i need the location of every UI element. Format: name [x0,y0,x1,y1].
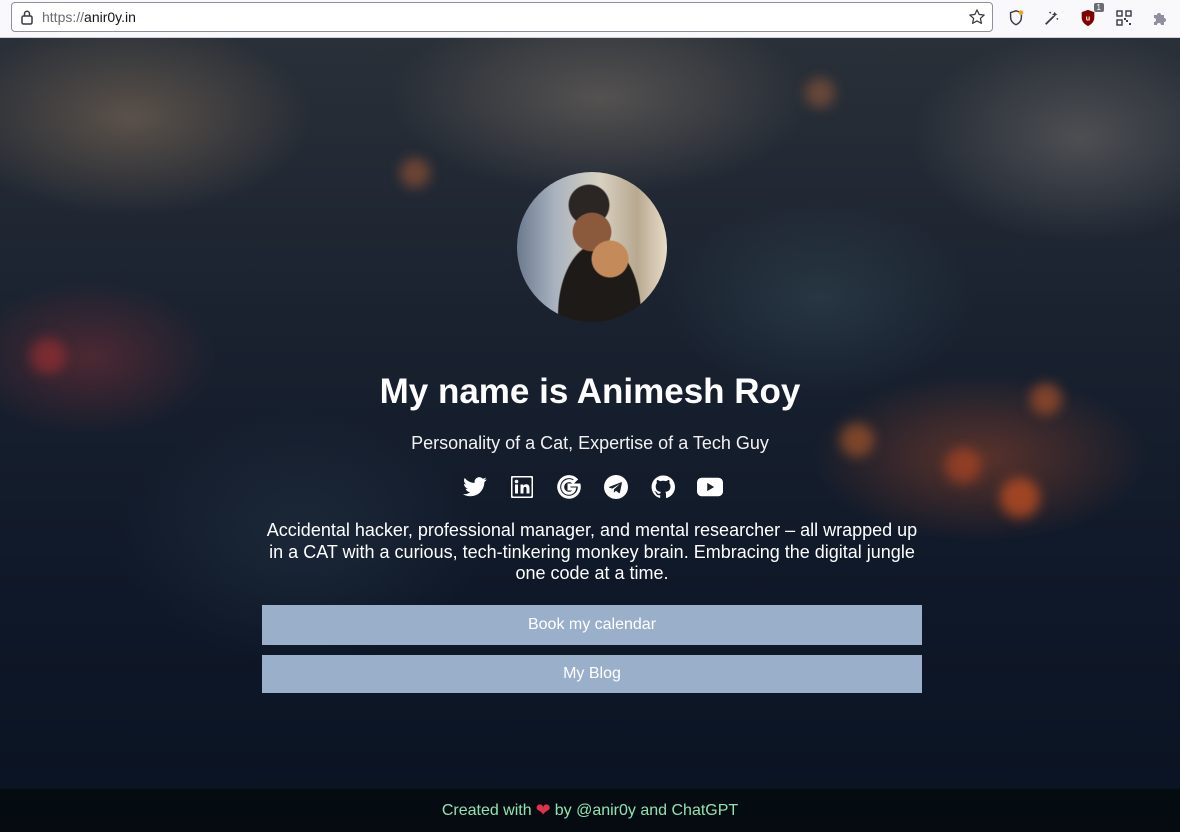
wand-icon[interactable] [1042,8,1062,28]
bokeh-light [30,338,66,374]
browser-toolbar: https://anir0y.in u 1 [0,0,1180,38]
footer-credit: by @anir0y and ChatGPT [554,801,739,819]
svg-text:u: u [1086,14,1090,23]
ublock-icon[interactable]: u 1 [1078,3,1104,28]
bokeh-light [805,78,835,108]
puzzle-icon[interactable] [1150,8,1170,28]
heart-icon: ❤ [535,800,551,820]
twitter-icon[interactable] [462,474,488,500]
github-icon[interactable] [650,474,676,500]
extension-badge: 1 [1093,3,1104,12]
bokeh-light [400,158,430,188]
tagline: Personality of a Cat, Expertise of a Tec… [411,433,769,453]
qr-code-icon[interactable] [1114,8,1134,28]
address-bar[interactable]: https://anir0y.in [11,2,993,32]
youtube-icon[interactable] [696,474,723,500]
blog-button[interactable]: My Blog [262,655,922,693]
bio-text: Accidental hacker, professional manager,… [266,520,918,583]
footer: Created with ❤ by @anir0y and ChatGPT [0,789,1180,832]
google-icon[interactable] [556,474,582,500]
bookmark-star-icon[interactable] [968,8,986,31]
page-title: My name is Animesh Roy [379,372,801,411]
shield-icon[interactable] [1006,8,1026,28]
social-links [0,474,1180,500]
book-calendar-button[interactable]: Book my calendar [262,605,922,645]
footer-prefix: Created with [441,801,532,819]
url-text[interactable]: https://anir0y.in [42,9,136,25]
avatar [517,172,667,322]
lock-icon[interactable] [12,9,42,25]
telegram-icon[interactable] [603,474,629,500]
linkedin-icon[interactable] [509,474,535,500]
page-background: My name is Animesh Roy Personality of a … [0,38,1180,832]
